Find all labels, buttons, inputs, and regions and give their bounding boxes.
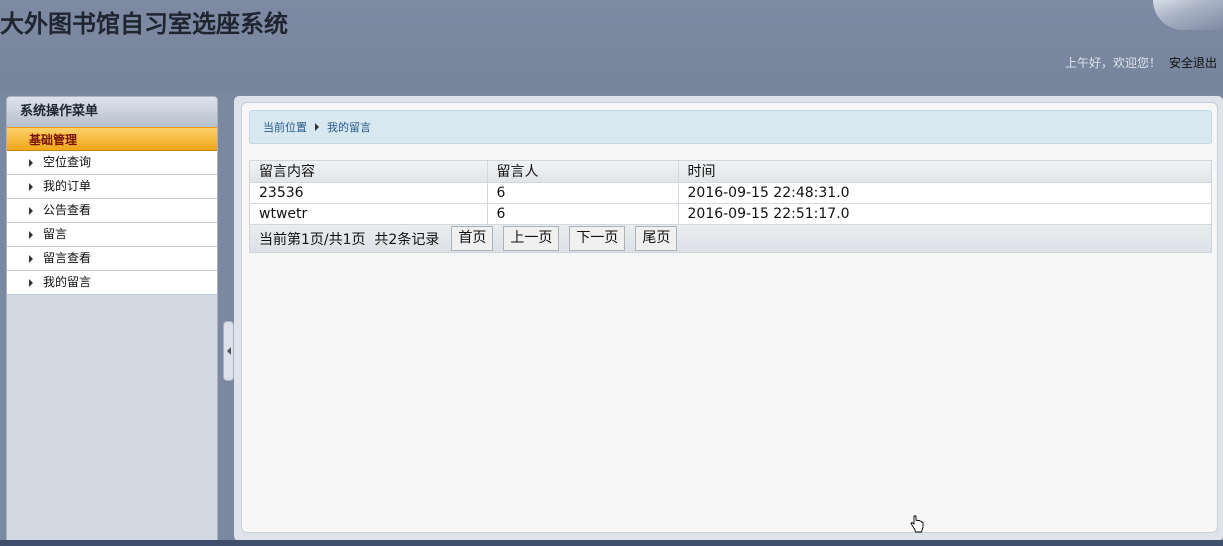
messages-table: 留言内容 留言人 时间 23536 6 2016-09-15 22:48:31.… bbox=[250, 161, 1211, 224]
welcome-text: 上午好，欢迎您！ bbox=[1064, 56, 1161, 70]
sidebar: 系统操作菜单 基础管理 空位查询 我的订单 公告查看 留言 留言查看 我的留言 bbox=[6, 96, 218, 546]
page-header: 大外图书馆自习室选座系统 上午好，欢迎您！ 安全退出 bbox=[0, 0, 1223, 92]
breadcrumb-current: 我的留言 bbox=[327, 121, 371, 134]
cell-author: 6 bbox=[487, 182, 679, 203]
messages-table-container: 留言内容 留言人 时间 23536 6 2016-09-15 22:48:31.… bbox=[249, 160, 1212, 253]
sidebar-item-my-orders[interactable]: 我的订单 bbox=[7, 175, 217, 199]
breadcrumb-root: 当前位置 bbox=[263, 121, 307, 134]
sidebar-item-label: 留言查看 bbox=[43, 251, 92, 265]
last-page-button[interactable]: 尾页 bbox=[635, 226, 678, 251]
breadcrumb-separator-icon bbox=[315, 123, 319, 131]
breadcrumb: 当前位置 我的留言 bbox=[249, 110, 1212, 144]
sidebar-item-label: 空位查询 bbox=[43, 155, 92, 169]
next-page-button[interactable]: 下一页 bbox=[569, 226, 626, 251]
main-panel: 当前位置 我的留言 留言内容 留言人 时间 23536 6 2016-09-15… bbox=[241, 102, 1218, 533]
sidebar-group-basic[interactable]: 基础管理 bbox=[7, 127, 217, 151]
triangle-right-icon bbox=[29, 278, 33, 287]
cell-time: 2016-09-15 22:51:17.0 bbox=[687, 205, 850, 222]
triangle-right-icon bbox=[29, 230, 33, 239]
triangle-right-icon bbox=[29, 182, 33, 191]
sidebar-item-label: 我的订单 bbox=[43, 179, 92, 193]
sidebar-collapse-handle[interactable] bbox=[223, 321, 234, 381]
prev-page-button[interactable]: 上一页 bbox=[503, 226, 560, 251]
hand-cursor-icon bbox=[910, 515, 924, 533]
sidebar-item-announcements[interactable]: 公告查看 bbox=[7, 199, 217, 223]
bottom-bar bbox=[0, 540, 1223, 546]
pagination-bar: 当前第1页/共1页 共2条记录 首页 上一页 下一页 尾页 bbox=[250, 224, 1211, 252]
table-row: 23536 6 2016-09-15 22:48:31.0 bbox=[250, 182, 1211, 203]
column-header-author: 留言人 bbox=[487, 161, 679, 182]
sidebar-item-leave-message[interactable]: 留言 bbox=[7, 223, 217, 247]
pagination-info: 当前第1页/共1页 共2条记录 bbox=[259, 231, 440, 248]
cell-time: 2016-09-15 22:48:31.0 bbox=[687, 184, 850, 201]
table-row: wtwetr 6 2016-09-15 22:51:17.0 bbox=[250, 203, 1211, 224]
app-title: 大外图书馆自习室选座系统 bbox=[0, 10, 288, 38]
table-header-row: 留言内容 留言人 时间 bbox=[250, 161, 1211, 182]
sidebar-item-label: 留言 bbox=[43, 227, 68, 241]
chevron-left-icon bbox=[227, 347, 231, 355]
first-page-button[interactable]: 首页 bbox=[451, 226, 494, 251]
triangle-right-icon bbox=[29, 206, 33, 215]
logout-link[interactable]: 安全退出 bbox=[1169, 54, 1217, 71]
sidebar-item-label: 我的留言 bbox=[43, 275, 92, 289]
header-corner-decoration bbox=[1153, 0, 1223, 30]
column-header-time: 时间 bbox=[687, 164, 716, 181]
column-header-content: 留言内容 bbox=[250, 161, 488, 182]
sidebar-title: 系统操作菜单 bbox=[7, 97, 217, 127]
sidebar-item-view-messages[interactable]: 留言查看 bbox=[7, 247, 217, 271]
triangle-right-icon bbox=[29, 254, 33, 263]
cell-author: 6 bbox=[487, 203, 679, 224]
sidebar-item-my-messages[interactable]: 我的留言 bbox=[7, 271, 217, 295]
sidebar-item-vacancy-search[interactable]: 空位查询 bbox=[7, 151, 217, 175]
sidebar-item-label: 公告查看 bbox=[43, 203, 92, 217]
cell-content: wtwetr bbox=[250, 203, 488, 224]
triangle-right-icon bbox=[29, 158, 33, 167]
cell-content: 23536 bbox=[250, 182, 488, 203]
